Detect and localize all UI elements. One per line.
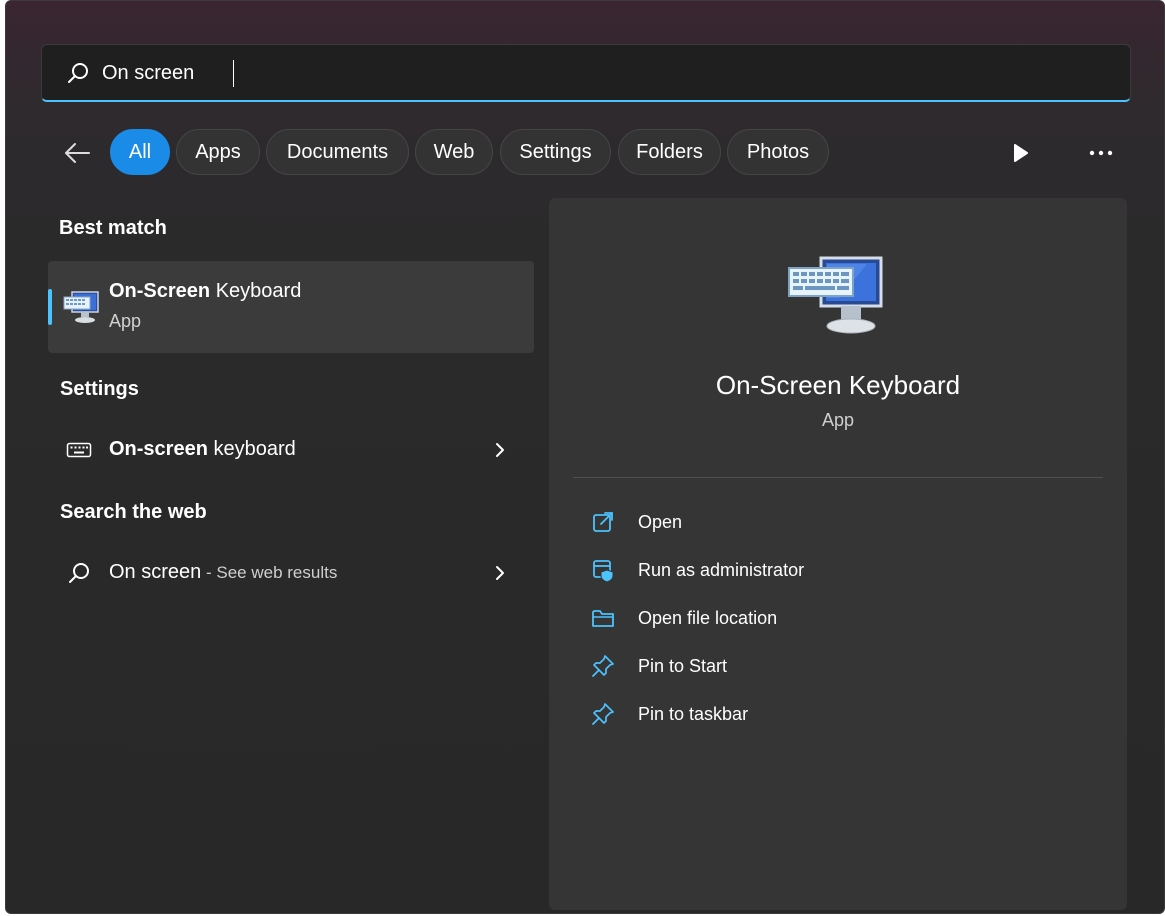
- open-external-icon: [593, 512, 613, 532]
- detail-title: On-Screen Keyboard: [715, 370, 961, 400]
- play-icon[interactable]: [1008, 141, 1032, 165]
- text-caret: [233, 60, 234, 87]
- search-icon: [69, 563, 89, 583]
- shield-admin-icon: [593, 560, 614, 582]
- search-flyout: All Apps Documents Web Settings Folders …: [5, 0, 1165, 914]
- pin-icon: [592, 655, 614, 677]
- action-label: Pin to Start: [638, 656, 728, 676]
- best-match-header: Best match: [59, 217, 167, 239]
- search-web-header: Search the web: [60, 501, 207, 523]
- web-search-result[interactable]: On screen - See web results: [48, 549, 534, 597]
- filter-chip-apps[interactable]: Apps: [176, 129, 260, 175]
- action-run-as-administrator[interactable]: Run as administrator: [585, 550, 985, 590]
- search-icon: [68, 63, 88, 83]
- chevron-right-icon: [496, 566, 504, 580]
- pin-icon: [592, 703, 614, 725]
- folder-icon: [592, 610, 614, 627]
- filter-chip-web[interactable]: Web: [415, 129, 493, 175]
- search-input[interactable]: [102, 53, 1002, 93]
- detail-pane: On-Screen Keyboard App Open Run as admin…: [549, 198, 1127, 910]
- more-options-icon[interactable]: [1086, 141, 1116, 165]
- action-pin-to-start[interactable]: Pin to Start: [585, 646, 985, 686]
- detail-subtitle: App: [821, 410, 855, 430]
- chevron-right-icon: [496, 443, 504, 457]
- best-match-result[interactable]: On-Screen Keyboard App: [48, 261, 534, 353]
- best-match-title: On-Screen Keyboard: [109, 280, 302, 302]
- filter-chip-folders[interactable]: Folders: [618, 129, 721, 175]
- filter-chip-all[interactable]: All: [110, 129, 170, 175]
- action-open[interactable]: Open: [585, 502, 985, 542]
- search-box[interactable]: [41, 44, 1131, 102]
- action-label: Run as administrator: [638, 560, 805, 580]
- keyboard-icon: [66, 442, 92, 458]
- divider: [573, 477, 1103, 478]
- action-label: Open: [638, 512, 683, 532]
- settings-result-label: On-screen keyboard: [109, 438, 296, 460]
- back-arrow-icon[interactable]: [61, 137, 93, 169]
- filter-chip-documents[interactable]: Documents: [266, 129, 409, 175]
- filter-chip-photos[interactable]: Photos: [727, 129, 829, 175]
- settings-result-on-screen-keyboard[interactable]: On-screen keyboard: [48, 426, 534, 474]
- on-screen-keyboard-app-icon: [788, 256, 883, 334]
- action-pin-to-taskbar[interactable]: Pin to taskbar: [585, 694, 985, 734]
- selection-indicator: [48, 289, 52, 325]
- action-label: Open file location: [638, 608, 778, 628]
- action-label: Pin to taskbar: [638, 704, 749, 724]
- best-match-subtitle: App: [109, 311, 142, 331]
- action-open-file-location[interactable]: Open file location: [585, 598, 985, 638]
- on-screen-keyboard-app-icon: [63, 291, 99, 323]
- filter-chip-settings[interactable]: Settings: [500, 129, 611, 175]
- web-search-label: On screen - See web results: [109, 561, 338, 583]
- settings-header: Settings: [60, 378, 139, 400]
- filter-bar: All Apps Documents Web Settings Folders …: [6, 129, 1164, 177]
